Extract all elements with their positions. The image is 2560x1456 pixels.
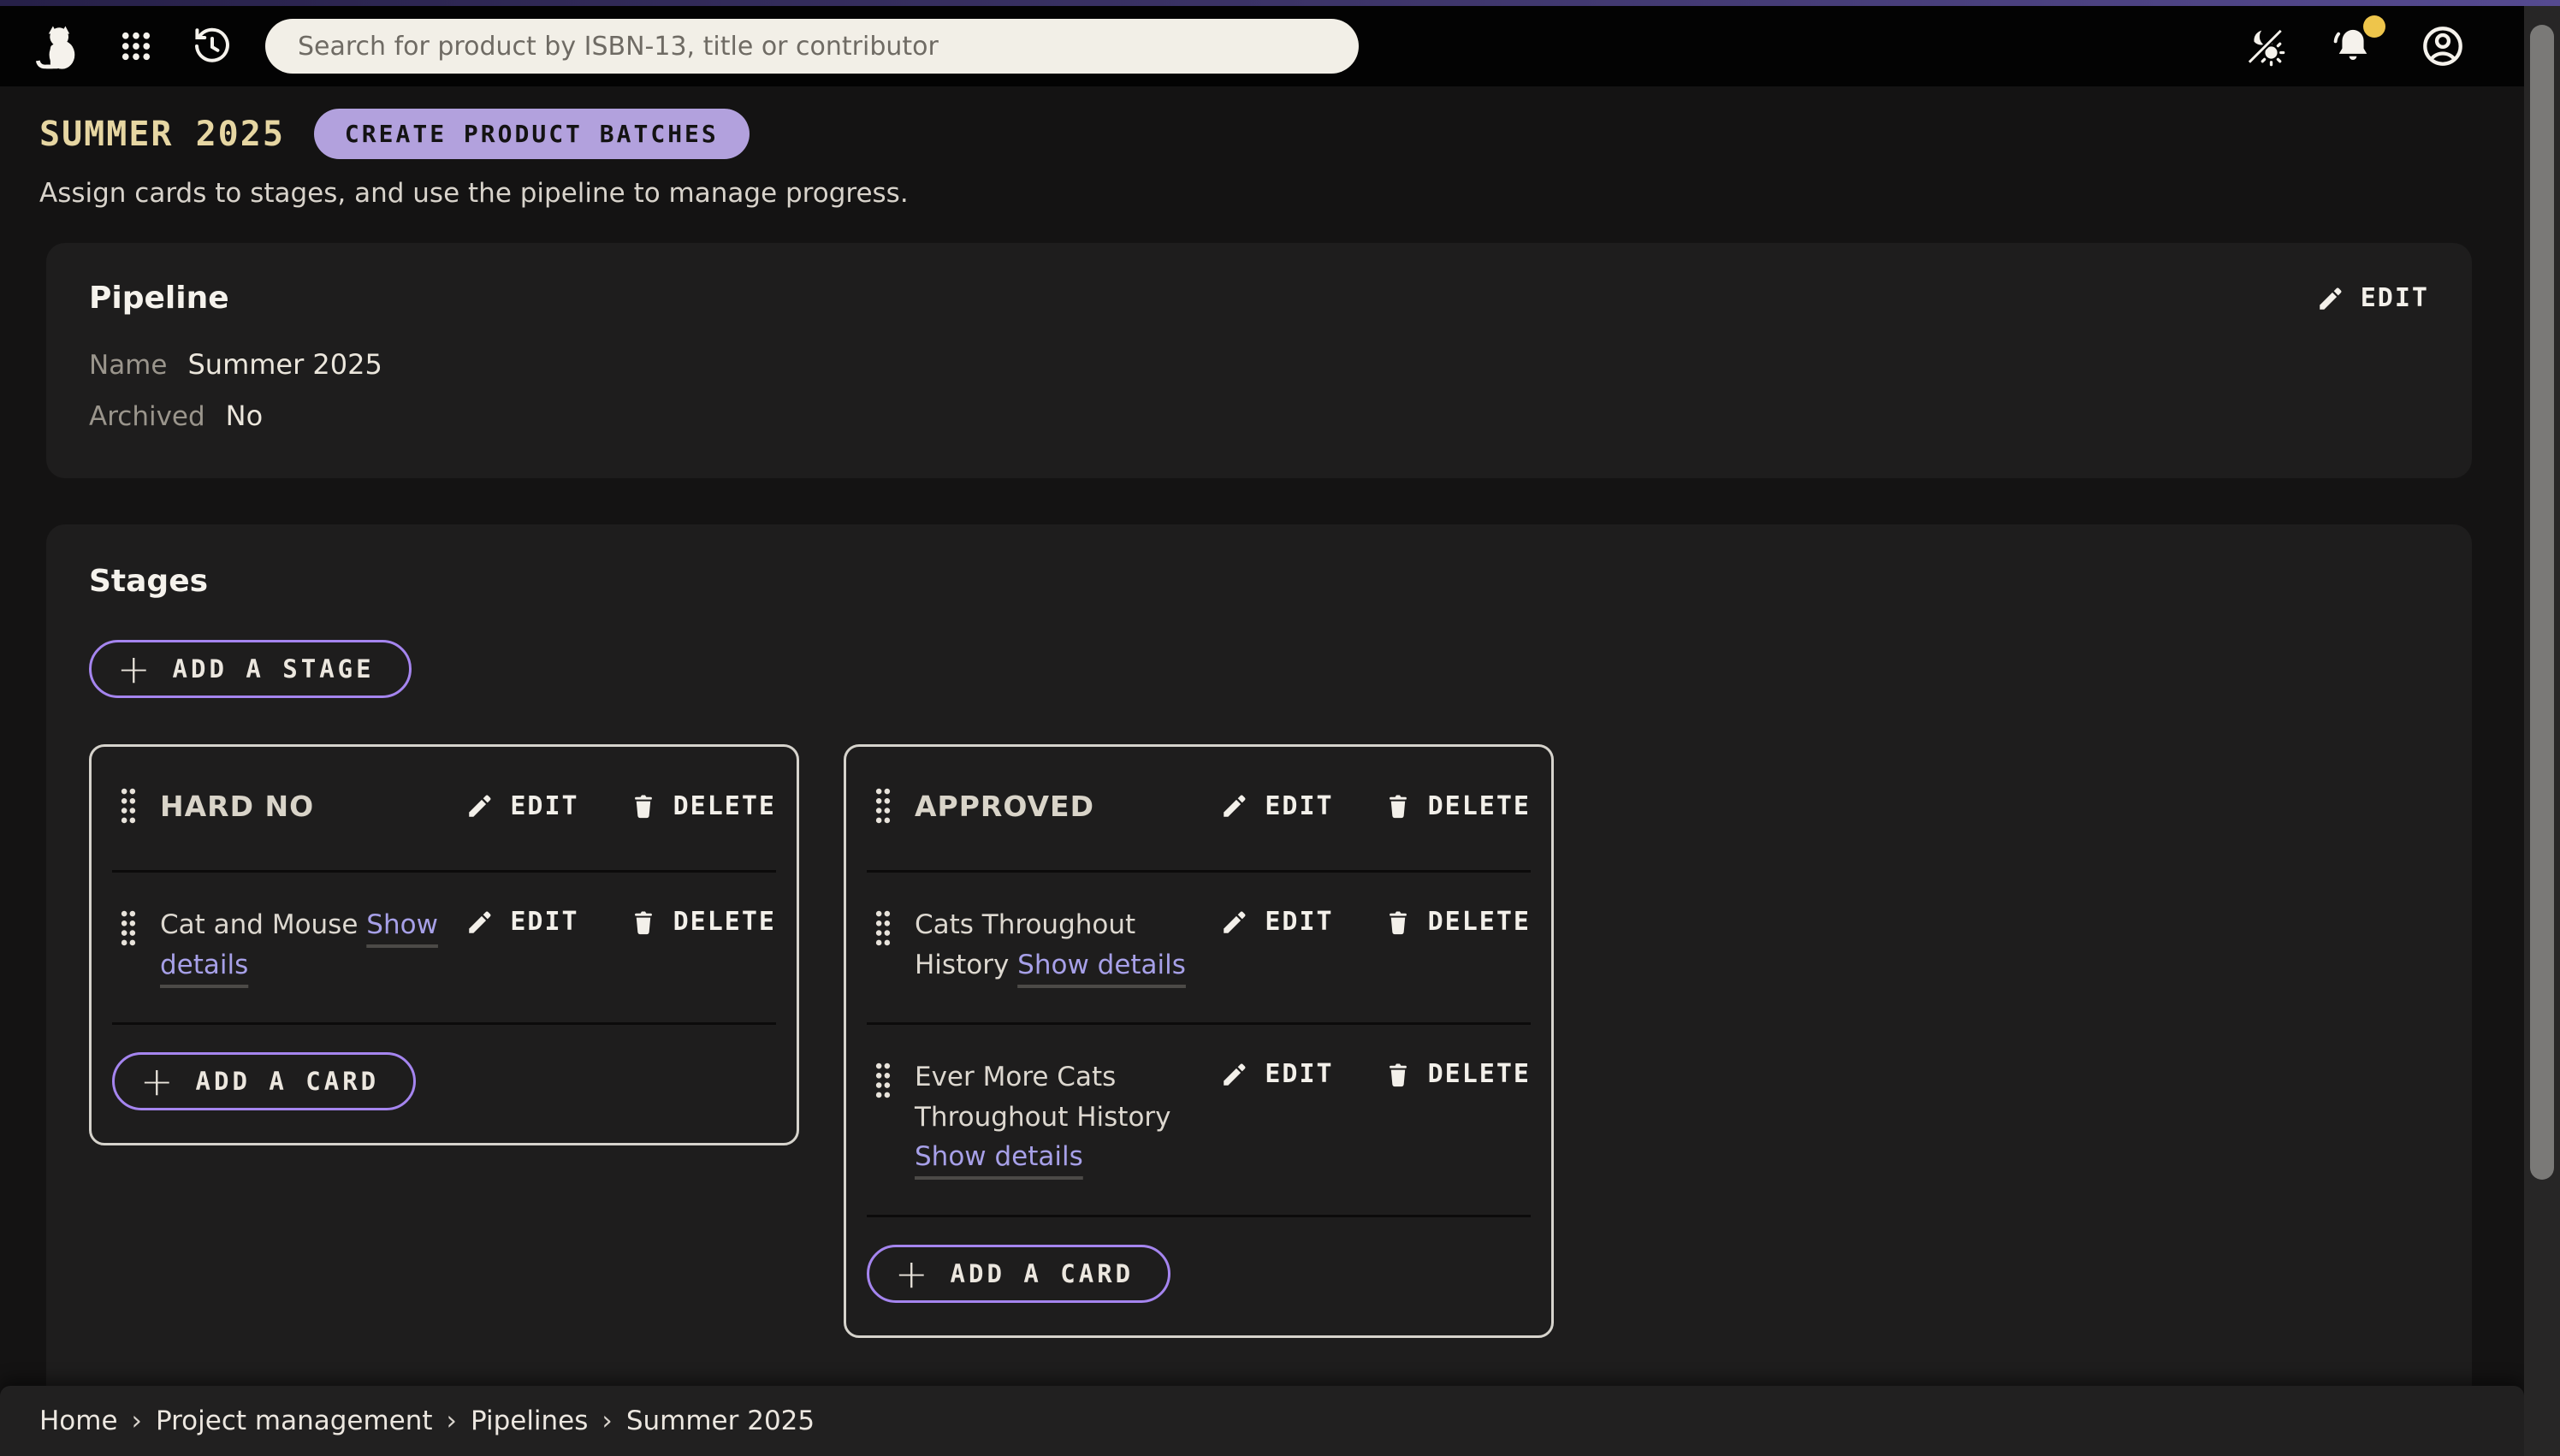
drag-handle-icon[interactable] [119, 783, 138, 829]
breadcrumb-current-page[interactable]: Summer 2025 [626, 1406, 815, 1436]
card-delete-label: DELETE [673, 907, 776, 937]
pipeline-edit-button[interactable]: EDIT [2316, 283, 2429, 313]
top-accent-line [0, 0, 2560, 6]
page-subtitle: Assign cards to stages, and use the pipe… [39, 178, 2479, 209]
drag-handle-icon[interactable] [874, 905, 892, 951]
pencil-icon [1220, 908, 1249, 937]
stage-delete-label: DELETE [1428, 791, 1531, 821]
trash-icon [629, 908, 658, 937]
card-delete-button[interactable]: DELETE [1384, 907, 1531, 937]
pipeline-edit-label: EDIT [2361, 283, 2429, 313]
card-edit-label: EDIT [1265, 907, 1333, 937]
show-details-link[interactable]: Show details [915, 1141, 1083, 1172]
breadcrumb-separator: › [447, 1406, 457, 1436]
stage-header: HARD NO EDIT [112, 747, 776, 870]
trash-icon [1384, 791, 1413, 820]
apps-grid-icon[interactable] [118, 28, 154, 64]
field-label: Name [89, 350, 167, 381]
breadcrumb-project-management[interactable]: Project management [156, 1406, 433, 1436]
page-title: SUMMER 2025 [39, 115, 285, 154]
pipeline-field-archived: Archived No [89, 400, 2429, 432]
breadcrumb-home[interactable]: Home [39, 1406, 118, 1436]
plus-icon: + [117, 654, 154, 684]
field-label: Archived [89, 401, 205, 432]
plus-icon: + [140, 1066, 177, 1097]
stage-delete-button[interactable]: DELETE [1384, 791, 1531, 821]
trash-icon [629, 791, 658, 820]
card-delete-button[interactable]: DELETE [629, 907, 776, 937]
account-avatar-icon[interactable] [2420, 23, 2466, 69]
pipeline-panel-title: Pipeline [89, 281, 229, 316]
add-card-button[interactable]: + ADD A CARD [112, 1052, 416, 1110]
breadcrumb: Home › Project management › Pipelines › … [0, 1386, 2524, 1456]
card-edit-button[interactable]: EDIT [1220, 907, 1333, 937]
add-stage-label: ADD A STAGE [173, 654, 375, 684]
stage-title: APPROVED [915, 790, 1094, 823]
pipeline-panel: Pipeline EDIT Name Summer 2025 Archived … [46, 243, 2472, 478]
stage-header: APPROVED EDIT [867, 747, 1531, 870]
card-delete-label: DELETE [1428, 907, 1531, 937]
create-product-batches-button[interactable]: CREATE PRODUCT BATCHES [314, 109, 750, 159]
main-content: SUMMER 2025 CREATE PRODUCT BATCHES Assig… [0, 109, 2560, 1456]
pipeline-card-row: Cat and Mouse Show details EDIT [112, 873, 776, 1022]
card-delete-button[interactable]: DELETE [1384, 1059, 1531, 1089]
drag-handle-icon[interactable] [874, 783, 892, 829]
add-card-label: ADD A CARD [196, 1067, 380, 1096]
theme-toggle-icon[interactable] [2243, 25, 2286, 68]
stage-card-hard-no: HARD NO EDIT [89, 744, 799, 1145]
stage-delete-label: DELETE [673, 791, 776, 821]
breadcrumb-separator: › [132, 1406, 142, 1436]
pencil-icon [1220, 791, 1249, 820]
pipeline-card-row: Ever More Cats Throughout History Show d… [867, 1025, 1531, 1215]
stage-edit-label: EDIT [1265, 791, 1333, 821]
trash-icon [1384, 908, 1413, 937]
history-icon[interactable] [192, 26, 233, 67]
stage-edit-label: EDIT [510, 791, 578, 821]
breadcrumb-pipelines[interactable]: Pipelines [471, 1406, 588, 1436]
notification-badge [2363, 15, 2385, 38]
add-stage-button[interactable]: + ADD A STAGE [89, 640, 412, 698]
add-card-button[interactable]: + ADD A CARD [867, 1245, 1170, 1303]
drag-handle-icon[interactable] [119, 905, 138, 951]
pipeline-card-row: Cats Throughout History Show details EDI… [867, 873, 1531, 1022]
scrollbar-track[interactable] [2524, 6, 2560, 1456]
pipeline-field-name: Name Summer 2025 [89, 348, 2429, 381]
add-card-label: ADD A CARD [951, 1259, 1135, 1288]
field-value: No [226, 400, 264, 432]
card-edit-label: EDIT [1265, 1059, 1333, 1089]
stages-panel: Stages + ADD A STAGE HARD NO [46, 524, 2472, 1456]
search-input[interactable] [265, 19, 1359, 74]
pencil-icon [465, 908, 495, 937]
card-edit-label: EDIT [510, 907, 578, 937]
stage-title: HARD NO [160, 790, 314, 823]
pencil-icon [465, 791, 495, 820]
stage-edit-button[interactable]: EDIT [1220, 791, 1333, 821]
topbar [0, 6, 2560, 86]
drag-handle-icon[interactable] [874, 1057, 892, 1104]
plus-icon: + [895, 1258, 932, 1289]
card-title: Ever More Cats Throughout History [915, 1062, 1171, 1133]
stages-panel-title: Stages [89, 564, 2429, 599]
pencil-icon [2316, 284, 2345, 313]
card-edit-button[interactable]: EDIT [1220, 1059, 1333, 1089]
pencil-icon [1220, 1060, 1249, 1089]
card-edit-button[interactable]: EDIT [465, 907, 578, 937]
card-title: Cat and Mouse [160, 909, 358, 940]
trash-icon [1384, 1060, 1413, 1089]
card-delete-label: DELETE [1428, 1059, 1531, 1089]
stage-card-approved: APPROVED EDIT [844, 744, 1554, 1338]
stage-edit-button[interactable]: EDIT [465, 791, 578, 821]
breadcrumb-separator: › [601, 1406, 612, 1436]
stage-delete-button[interactable]: DELETE [629, 791, 776, 821]
field-value: Summer 2025 [187, 348, 382, 381]
cat-logo-icon[interactable] [33, 21, 82, 71]
show-details-link[interactable]: Show details [1017, 950, 1186, 980]
scrollbar-thumb[interactable] [2530, 25, 2554, 1180]
